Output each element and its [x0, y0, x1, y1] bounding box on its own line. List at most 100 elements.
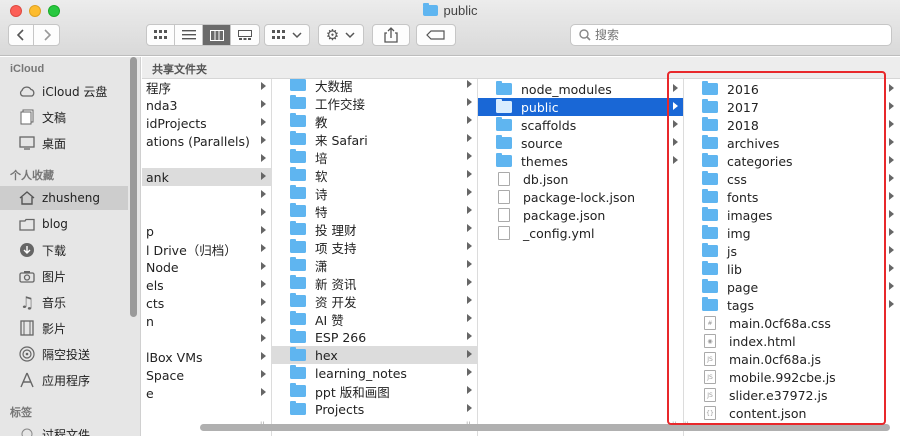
- folder-row[interactable]: 教: [272, 112, 477, 130]
- sidebar-item-blog[interactable]: blog: [0, 212, 128, 236]
- file-row[interactable]: JS mobile.992cbe.js: [684, 368, 900, 386]
- sidebar-item-home[interactable]: zhusheng: [0, 186, 128, 210]
- file-row[interactable]: ◉ index.html: [684, 332, 900, 350]
- sidebar-item-documents[interactable]: 文稿: [0, 105, 128, 129]
- action-menu-button[interactable]: ⚙: [318, 24, 364, 46]
- location-label: 共享文件夹: [152, 63, 207, 76]
- sidebar-item-airdrop[interactable]: 隔空投送: [0, 342, 128, 366]
- folder-row[interactable]: 2016: [684, 80, 900, 98]
- forward-button[interactable]: [34, 25, 59, 45]
- folder-row[interactable]: js: [684, 242, 900, 260]
- folder-row[interactable]: 诗: [272, 184, 477, 202]
- sidebar-item-applications[interactable]: 应用程序: [0, 368, 128, 392]
- folder-row[interactable]: Space: [142, 366, 271, 384]
- disclosure-arrow-icon: [261, 280, 266, 288]
- folder-row[interactable]: tags: [684, 296, 900, 314]
- sidebar-item-tag[interactable]: 过程文件: [0, 422, 128, 436]
- folder-row[interactable]: ank: [142, 168, 271, 186]
- gallery-view-button[interactable]: [231, 25, 259, 45]
- folder-row[interactable]: 资 开发: [272, 292, 477, 310]
- folder-row[interactable]: lBox VMs: [142, 348, 271, 366]
- folder-row[interactable]: [142, 204, 271, 222]
- search-field[interactable]: [570, 24, 892, 46]
- folder-row[interactable]: 潇: [272, 256, 477, 274]
- group-by-button[interactable]: [264, 24, 310, 46]
- folder-row[interactable]: els: [142, 276, 271, 294]
- folder-row[interactable]: categories: [684, 152, 900, 170]
- folder-row[interactable]: page: [684, 278, 900, 296]
- folder-row[interactable]: Projects: [272, 400, 477, 418]
- item-label: 潇: [315, 258, 328, 274]
- folder-row[interactable]: cts: [142, 294, 271, 312]
- folder-row[interactable]: e: [142, 384, 271, 402]
- folder-row[interactable]: source: [478, 134, 683, 152]
- sidebar-item-pictures[interactable]: 图片: [0, 264, 128, 288]
- folder-row[interactable]: idProjects: [142, 114, 271, 132]
- folder-row[interactable]: learning_notes: [272, 364, 477, 382]
- file-row[interactable]: _config.yml: [478, 224, 683, 242]
- file-row[interactable]: JS slider.e37972.js: [684, 386, 900, 404]
- tags-button[interactable]: [416, 24, 456, 46]
- file-row[interactable]: db.json: [478, 170, 683, 188]
- item-label: page: [727, 279, 759, 295]
- folder-row[interactable]: 特: [272, 202, 477, 220]
- item-label: 诗: [315, 186, 328, 202]
- folder-row[interactable]: 程序: [142, 79, 271, 96]
- folder-row[interactable]: img: [684, 224, 900, 242]
- folder-row[interactable]: ESP 266: [272, 328, 477, 346]
- document-icon: ◉: [704, 334, 716, 348]
- folder-row[interactable]: scaffolds: [478, 116, 683, 134]
- folder-row[interactable]: [142, 150, 271, 168]
- folder-row[interactable]: hex: [272, 346, 477, 364]
- sidebar-item-desktop[interactable]: 桌面: [0, 131, 128, 155]
- file-row[interactable]: {} content.json: [684, 404, 900, 422]
- folder-row[interactable]: AI 赞: [272, 310, 477, 328]
- sidebar-item-downloads[interactable]: 下载: [0, 238, 128, 262]
- folder-row[interactable]: [142, 186, 271, 204]
- file-row[interactable]: # main.0cf68a.css: [684, 314, 900, 332]
- sidebar-item-icloud-drive[interactable]: iCloud 云盘: [0, 79, 128, 103]
- folder-icon: [702, 189, 718, 203]
- list-view-button[interactable]: [175, 25, 203, 45]
- folder-row[interactable]: nda3: [142, 96, 271, 114]
- folder-row[interactable]: node_modules: [478, 80, 683, 98]
- folder-row[interactable]: ppt 版和画图: [272, 382, 477, 400]
- folder-row[interactable]: themes: [478, 152, 683, 170]
- folder-row[interactable]: 2018: [684, 116, 900, 134]
- folder-row[interactable]: Node: [142, 258, 271, 276]
- folder-row[interactable]: archives: [684, 134, 900, 152]
- file-row[interactable]: package-lock.json: [478, 188, 683, 206]
- file-row[interactable]: JS main.0cf68a.js: [684, 350, 900, 368]
- sidebar-heading-icloud: iCloud: [10, 63, 45, 75]
- sidebar-item-movies[interactable]: 影片: [0, 316, 128, 340]
- folder-row[interactable]: 来 Safari: [272, 130, 477, 148]
- folder-row[interactable]: p: [142, 222, 271, 240]
- folder-row[interactable]: n: [142, 312, 271, 330]
- sidebar-item-music[interactable]: ♫ 音乐: [0, 290, 128, 314]
- folder-row[interactable]: 大数据: [272, 79, 477, 94]
- folder-row[interactable]: 2017: [684, 98, 900, 116]
- horizontal-scrollbar[interactable]: [200, 424, 890, 431]
- sidebar-scrollbar[interactable]: [130, 57, 137, 317]
- icon-view-button[interactable]: [147, 25, 175, 45]
- disclosure-arrow-icon: [673, 120, 678, 128]
- folder-row[interactable]: [142, 330, 271, 348]
- back-button[interactable]: [9, 25, 35, 45]
- search-input[interactable]: [595, 26, 885, 44]
- folder-row[interactable]: ations (Parallels): [142, 132, 271, 150]
- folder-row[interactable]: public: [478, 98, 683, 116]
- folder-row[interactable]: fonts: [684, 188, 900, 206]
- folder-row[interactable]: 工作交接: [272, 94, 477, 112]
- folder-row[interactable]: 软: [272, 166, 477, 184]
- folder-row[interactable]: 培: [272, 148, 477, 166]
- file-row[interactable]: package.json: [478, 206, 683, 224]
- folder-row[interactable]: images: [684, 206, 900, 224]
- share-button[interactable]: [372, 24, 410, 46]
- folder-row[interactable]: css: [684, 170, 900, 188]
- column-view-button[interactable]: [203, 25, 231, 45]
- folder-row[interactable]: lib: [684, 260, 900, 278]
- folder-row[interactable]: 新 资讯: [272, 274, 477, 292]
- folder-row[interactable]: l Drive（归档）: [142, 240, 271, 258]
- folder-row[interactable]: 项 支持: [272, 238, 477, 256]
- folder-row[interactable]: 投 理财: [272, 220, 477, 238]
